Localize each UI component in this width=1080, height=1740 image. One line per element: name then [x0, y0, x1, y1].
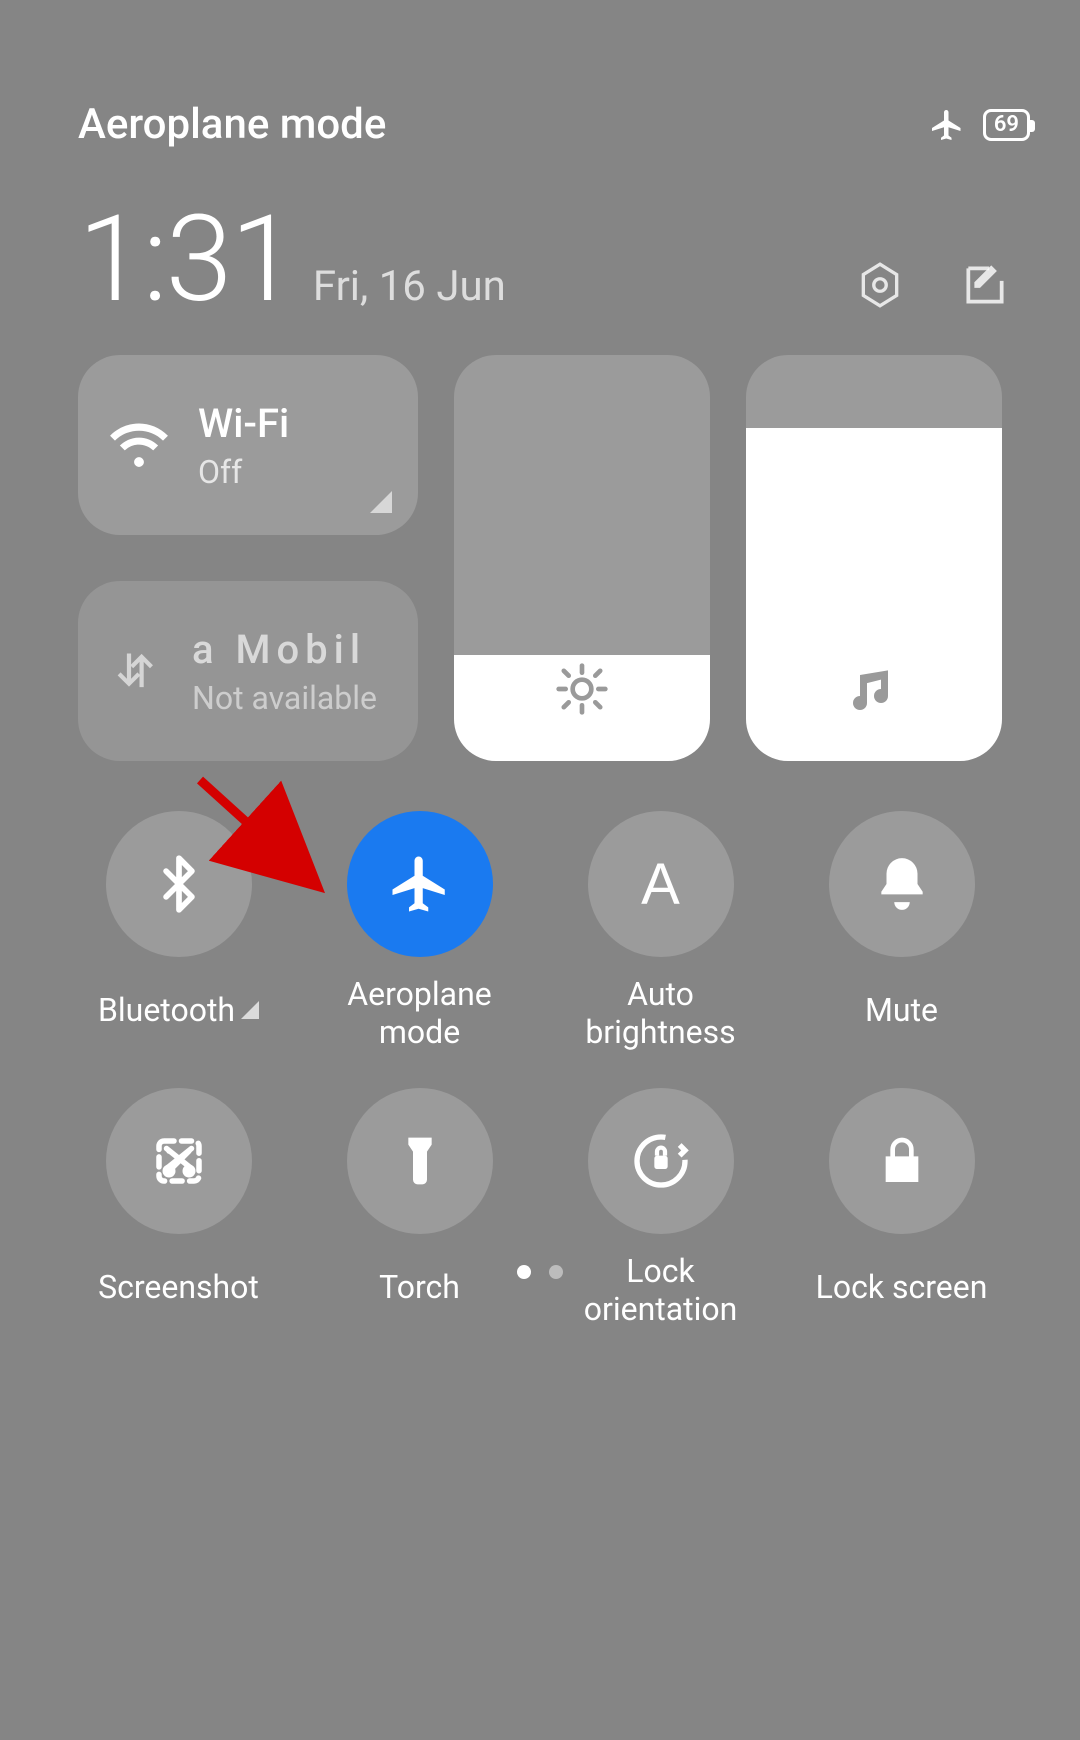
wifi-icon [108, 414, 170, 476]
clock-left: 1:31 Fri, 16 Jun [78, 200, 506, 320]
wifi-title: Wi-Fi [198, 400, 289, 447]
header-actions [855, 260, 1010, 320]
clock-time: 1:31 [78, 200, 295, 320]
bell-icon [871, 853, 933, 915]
auto-brightness-label: Auto brightness [571, 975, 751, 1052]
airplane-status-icon [929, 107, 965, 143]
lock-orientation-button[interactable] [588, 1088, 734, 1234]
airplane-button[interactable] [347, 811, 493, 957]
auto-brightness-icon: A [641, 851, 680, 918]
airplane-label: Aeroplane mode [330, 975, 510, 1052]
torch-button[interactable] [347, 1088, 493, 1234]
airplane-icon [387, 851, 453, 917]
settings-button[interactable] [855, 260, 905, 310]
mute-toggle: Mute [801, 811, 1002, 1052]
lock-screen-toggle: Lock screen [801, 1088, 1002, 1329]
control-panel: Wi-Fi Off a Mobil Not available [78, 355, 1002, 1329]
bluetooth-toggle: Bluetooth [78, 811, 279, 1052]
mobile-data-text: a Mobil Not available [192, 626, 377, 717]
music-icon [846, 661, 902, 717]
auto-brightness-button[interactable]: A [588, 811, 734, 957]
page-indicator[interactable] [0, 1265, 1080, 1279]
lock-screen-label: Lock screen [812, 1252, 992, 1322]
lock-icon [874, 1133, 930, 1189]
wifi-text: Wi-Fi Off [198, 400, 289, 491]
volume-slider[interactable] [746, 355, 1002, 761]
torch-icon [392, 1133, 448, 1189]
screenshot-icon [149, 1131, 209, 1191]
wifi-card[interactable]: Wi-Fi Off [78, 355, 418, 535]
bluetooth-icon [148, 853, 210, 915]
clock-date: Fri, 16 Jun [313, 262, 506, 311]
mute-label: Mute [865, 975, 938, 1045]
bluetooth-button[interactable] [106, 811, 252, 957]
battery-indicator: 69 [983, 109, 1030, 141]
brightness-slider[interactable] [454, 355, 710, 761]
battery-level: 69 [994, 112, 1019, 137]
torch-toggle: Torch [319, 1088, 520, 1329]
chevron-expand-icon [370, 491, 392, 513]
mobile-data-card[interactable]: a Mobil Not available [78, 581, 418, 761]
connectivity-column: Wi-Fi Off a Mobil Not available [78, 355, 418, 761]
lock-orientation-label: Lock orientation [571, 1252, 751, 1329]
status-title: Aeroplane mode [78, 100, 386, 149]
wifi-status: Off [198, 453, 289, 491]
mobile-data-status: Not available [192, 679, 377, 717]
top-row: Wi-Fi Off a Mobil Not available [78, 355, 1002, 761]
chevron-expand-icon [241, 1001, 259, 1019]
screenshot-toggle: Screenshot [78, 1088, 279, 1329]
status-bar: Aeroplane mode 69 [78, 100, 1030, 149]
brightness-icon [554, 661, 610, 717]
page-dot-1 [549, 1265, 563, 1279]
mute-button[interactable] [829, 811, 975, 957]
toggle-grid: Bluetooth Aeroplane mode A Auto brightne… [78, 811, 1002, 1329]
mobile-data-title: a Mobil [192, 626, 377, 673]
screenshot-label: Screenshot [98, 1252, 259, 1322]
airplane-toggle: Aeroplane mode [319, 811, 520, 1052]
lock-orientation-toggle: Lock orientation [560, 1088, 761, 1329]
torch-label: Torch [379, 1252, 460, 1322]
page-dot-0 [517, 1265, 531, 1279]
clock-row: 1:31 Fri, 16 Jun [78, 200, 1010, 320]
status-right: 69 [929, 107, 1030, 143]
screenshot-button[interactable] [106, 1088, 252, 1234]
lock-screen-button[interactable] [829, 1088, 975, 1234]
edit-button[interactable] [960, 260, 1010, 310]
lock-orientation-icon [629, 1129, 693, 1193]
mobile-data-icon [108, 643, 164, 699]
auto-brightness-toggle: A Auto brightness [560, 811, 761, 1052]
bluetooth-label: Bluetooth [98, 975, 259, 1045]
